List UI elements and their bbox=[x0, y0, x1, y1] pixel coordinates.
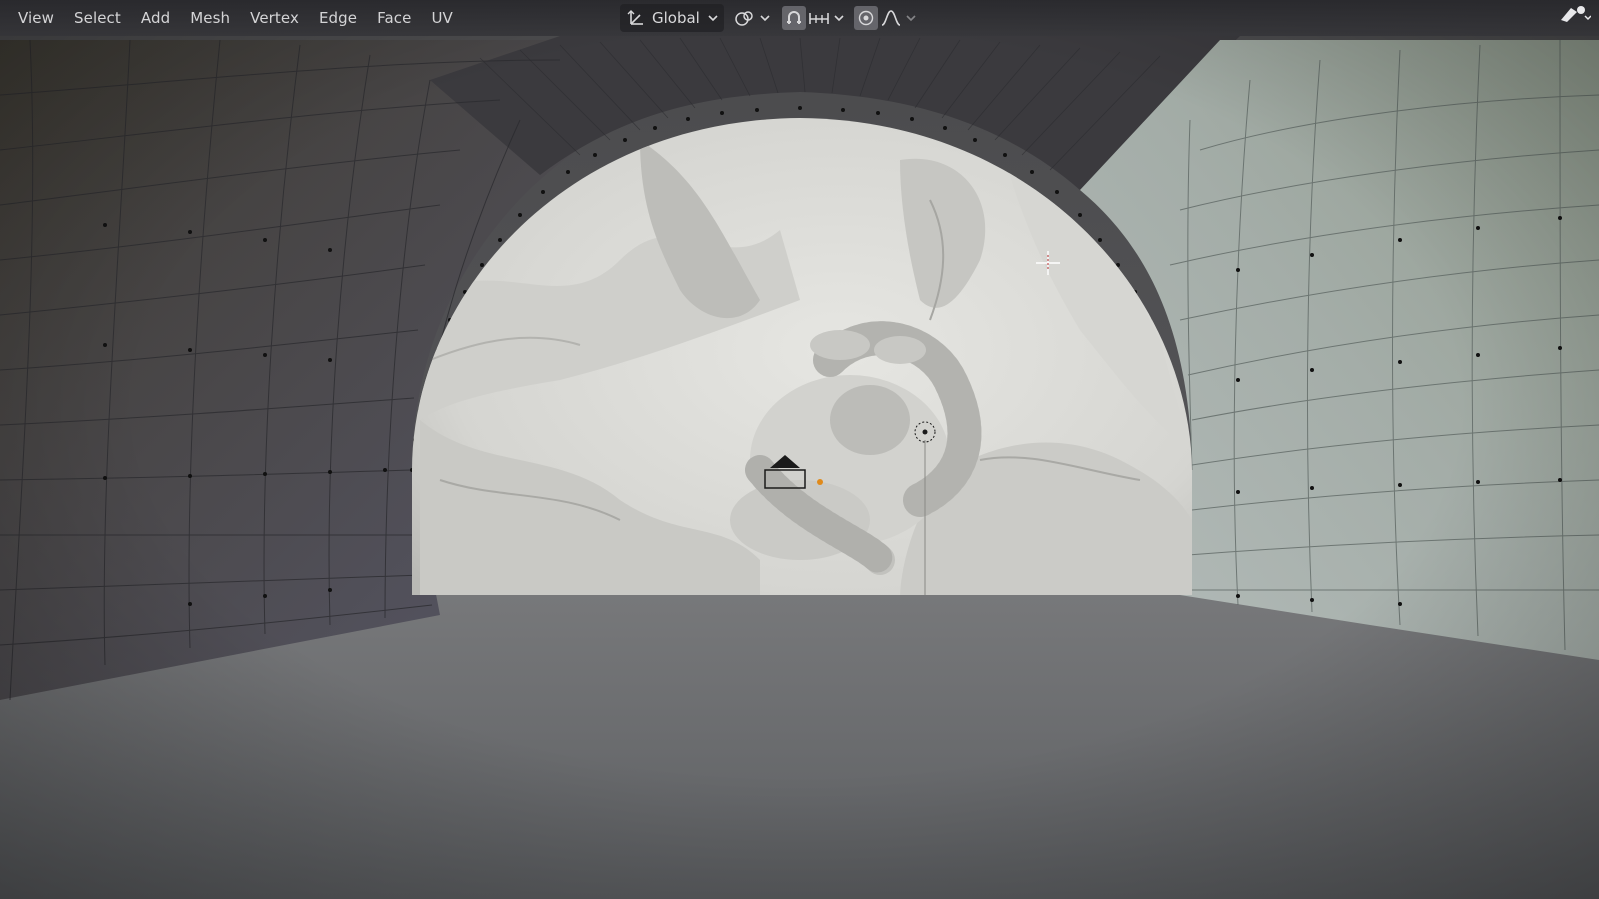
snapping-controls bbox=[780, 4, 848, 32]
pivot-point-icon bbox=[735, 11, 753, 26]
menu-select[interactable]: Select bbox=[64, 0, 131, 36]
proportional-editing-icon bbox=[858, 10, 874, 26]
3d-cursor-icon[interactable] bbox=[1035, 250, 1061, 276]
3d-viewport[interactable]: View Select Add Mesh Vertex Edge Face UV… bbox=[0, 0, 1599, 899]
chevron-down-icon bbox=[906, 15, 916, 22]
proportional-falloff-dropdown[interactable] bbox=[878, 6, 918, 30]
viewport-shading-icon[interactable] bbox=[1555, 2, 1591, 24]
chevron-down-icon bbox=[834, 15, 844, 22]
transform-orientation-value: Global bbox=[652, 9, 700, 27]
snap-increment-icon bbox=[809, 13, 829, 24]
transform-orientation-icon bbox=[627, 10, 643, 25]
menu-mesh[interactable]: Mesh bbox=[180, 0, 240, 36]
proportional-editing-button[interactable] bbox=[853, 6, 878, 30]
viewport-scene[interactable] bbox=[0, 0, 1599, 899]
menu-edge[interactable]: Edge bbox=[309, 0, 367, 36]
menu-view[interactable]: View bbox=[8, 0, 64, 36]
snap-magnet-icon bbox=[786, 11, 801, 24]
chevron-down-icon bbox=[760, 15, 770, 22]
chevron-down-icon bbox=[708, 15, 718, 22]
menu-vertex[interactable]: Vertex bbox=[240, 0, 309, 36]
menu-face[interactable]: Face bbox=[367, 0, 421, 36]
menu-add[interactable]: Add bbox=[131, 0, 180, 36]
proportional-editing-controls bbox=[852, 4, 920, 32]
transform-orientation-dropdown[interactable]: Global bbox=[620, 4, 724, 32]
object-origin-point bbox=[817, 479, 823, 485]
header-toolbar: Global bbox=[620, 3, 920, 33]
viewport-header: View Select Add Mesh Vertex Edge Face UV… bbox=[0, 0, 1599, 36]
falloff-curve-icon bbox=[881, 10, 901, 26]
snap-toggle-button[interactable] bbox=[781, 6, 806, 30]
snap-target-dropdown[interactable] bbox=[806, 6, 846, 30]
header-menu: View Select Add Mesh Vertex Edge Face UV bbox=[0, 0, 463, 36]
pivot-point-dropdown[interactable] bbox=[728, 4, 776, 32]
menu-uv[interactable]: UV bbox=[421, 0, 462, 36]
